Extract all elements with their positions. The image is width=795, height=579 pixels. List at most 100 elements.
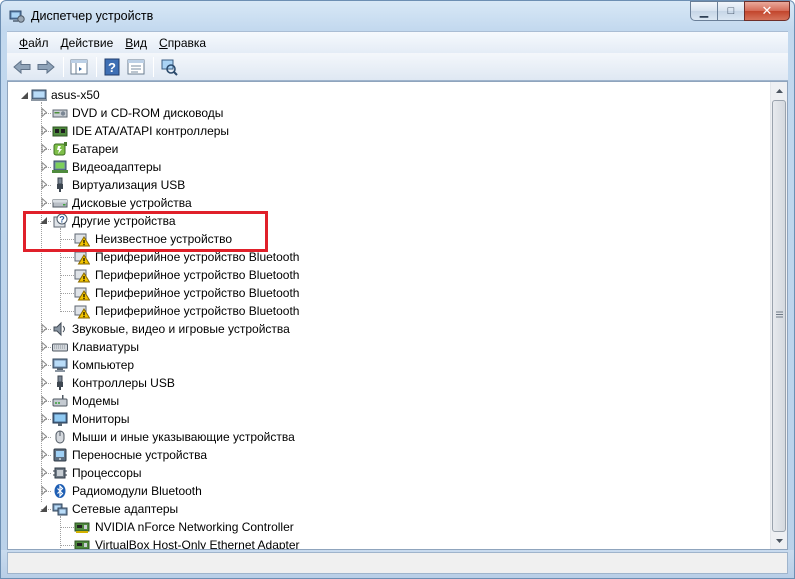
expand-icon	[41, 468, 48, 477]
category-item[interactable]: Видеоадаптеры	[39, 158, 161, 176]
category-label: Переносные устройства	[72, 448, 208, 462]
expand-icon	[41, 360, 48, 369]
vertical-scrollbar[interactable]	[770, 82, 787, 549]
category-item[interactable]: Процессоры	[39, 464, 142, 482]
expand-icon	[41, 342, 48, 351]
category-label: Виртуализация USB	[72, 178, 186, 192]
properties-button[interactable]	[125, 56, 147, 78]
category-item[interactable]: Мыши и иные указывающие устройства	[39, 428, 295, 446]
tree-line	[60, 545, 74, 546]
category-item[interactable]: Контроллеры USB	[39, 374, 175, 392]
category-label: Радиомодули Bluetooth	[72, 484, 202, 498]
scroll-up-button[interactable]	[771, 82, 787, 99]
scroll-down-button[interactable]	[771, 532, 787, 549]
window-title: Диспетчер устройств	[31, 9, 154, 23]
category-item[interactable]: Батареи	[39, 140, 118, 158]
tree-line	[60, 275, 74, 276]
minimize-button[interactable]: ▁	[690, 1, 717, 21]
bluetooth-icon	[54, 484, 66, 498]
warning-device-icon	[74, 287, 90, 301]
tree-root[interactable]: asus-x50	[20, 86, 100, 104]
device-manager-window: Диспетчер устройств ▁ □ ✕ Файл Действие …	[0, 0, 795, 579]
menu-action[interactable]: Действие	[55, 36, 120, 50]
category-item[interactable]: Мониторы	[39, 410, 129, 428]
processor-icon	[53, 467, 67, 479]
help-icon: ?	[104, 58, 120, 75]
arrow-down-icon	[775, 538, 783, 543]
toolbar: ?	[7, 53, 788, 81]
device-item[interactable]: Периферийное устройство Bluetooth	[74, 302, 299, 320]
device-label: VirtualBox Host-Only Ethernet Adapter	[95, 538, 300, 550]
category-label: Дисковые устройства	[72, 196, 192, 210]
device-item[interactable]: VirtualBox Host-Only Ethernet Adapter	[74, 536, 300, 550]
expand-icon	[41, 198, 48, 207]
usb-plug-icon	[57, 177, 63, 192]
toolbar-separator	[153, 56, 154, 77]
category-item[interactable]: Сетевые адаптеры	[39, 500, 178, 518]
help-button[interactable]: ?	[101, 56, 123, 78]
scroll-thumb[interactable]	[772, 100, 786, 532]
category-label: Мыши и иные указывающие устройства	[72, 430, 295, 444]
category-label: Компьютер	[72, 358, 135, 372]
category-item[interactable]: Клавиатуры	[39, 338, 139, 356]
category-item[interactable]: Модемы	[39, 392, 119, 410]
tree-line	[60, 293, 74, 294]
forward-arrow-icon	[37, 59, 55, 74]
computer-icon	[52, 358, 68, 372]
scan-hardware-button[interactable]	[158, 56, 180, 78]
category-label: Модемы	[72, 394, 120, 408]
category-item[interactable]: Переносные устройства	[39, 446, 207, 464]
warning-device-icon	[74, 305, 90, 319]
device-label: Периферийное устройство Bluetooth	[95, 304, 300, 318]
expand-icon	[41, 378, 48, 387]
network-card-icon	[74, 540, 90, 549]
category-item[interactable]: DVD и CD-ROM дисководы	[39, 104, 223, 122]
collapse-icon	[40, 505, 47, 512]
title-bar[interactable]: Диспетчер устройств ▁ □ ✕	[1, 1, 794, 31]
scan-hardware-icon	[161, 59, 178, 76]
show-hide-tree-icon	[70, 59, 88, 74]
category-item[interactable]: IDE ATA/ATAPI контроллеры	[39, 122, 229, 140]
category-label: Батареи	[72, 142, 119, 156]
category-label: Мониторы	[72, 412, 130, 426]
category-item[interactable]: Радиомодули Bluetooth	[39, 482, 202, 500]
toolbar-separator	[63, 56, 64, 77]
tree-line	[60, 527, 74, 528]
menu-file[interactable]: Файл	[13, 36, 55, 50]
category-label: DVD и CD-ROM дисководы	[72, 106, 224, 120]
dvd-drive-icon	[52, 109, 68, 118]
show-hide-tree-button[interactable]	[68, 56, 90, 78]
network-card-icon	[74, 522, 90, 533]
category-item[interactable]: Звуковые, видео и игровые устройства	[39, 320, 290, 338]
maximize-button[interactable]: □	[717, 1, 744, 21]
portable-device-icon	[53, 448, 67, 462]
close-button[interactable]: ✕	[744, 1, 790, 21]
modem-icon	[52, 395, 68, 407]
network-adapter-icon	[52, 503, 68, 516]
forward-button[interactable]	[35, 56, 57, 78]
category-item[interactable]: Дисковые устройства	[39, 194, 192, 212]
grip-icon	[776, 311, 783, 318]
tree-line	[60, 257, 74, 258]
device-item[interactable]: Периферийное устройство Bluetooth	[74, 284, 299, 302]
warning-device-icon	[74, 269, 90, 283]
expand-icon	[41, 486, 48, 495]
category-item[interactable]: Компьютер	[39, 356, 134, 374]
device-label: NVIDIA nForce Networking Controller	[95, 520, 294, 534]
close-icon: ✕	[761, 3, 773, 18]
device-manager-icon	[9, 10, 25, 23]
expand-icon	[41, 162, 48, 171]
expand-icon	[41, 450, 48, 459]
category-item[interactable]: Виртуализация USB	[39, 176, 185, 194]
expand-icon	[41, 414, 48, 423]
back-button[interactable]	[11, 56, 33, 78]
menu-bar: Файл Действие Вид Справка	[7, 31, 788, 53]
device-tree: asus-x50 DVD и CD-ROM дисководы IDE ATA/A…	[8, 82, 770, 549]
device-item[interactable]: NVIDIA nForce Networking Controller	[74, 518, 294, 536]
properties-icon	[127, 59, 145, 74]
menu-help[interactable]: Справка	[153, 36, 212, 50]
device-item[interactable]: Периферийное устройство Bluetooth	[74, 266, 299, 284]
menu-view[interactable]: Вид	[119, 36, 153, 50]
category-label: Контроллеры USB	[72, 376, 175, 390]
category-label: Звуковые, видео и игровые устройства	[72, 322, 290, 336]
